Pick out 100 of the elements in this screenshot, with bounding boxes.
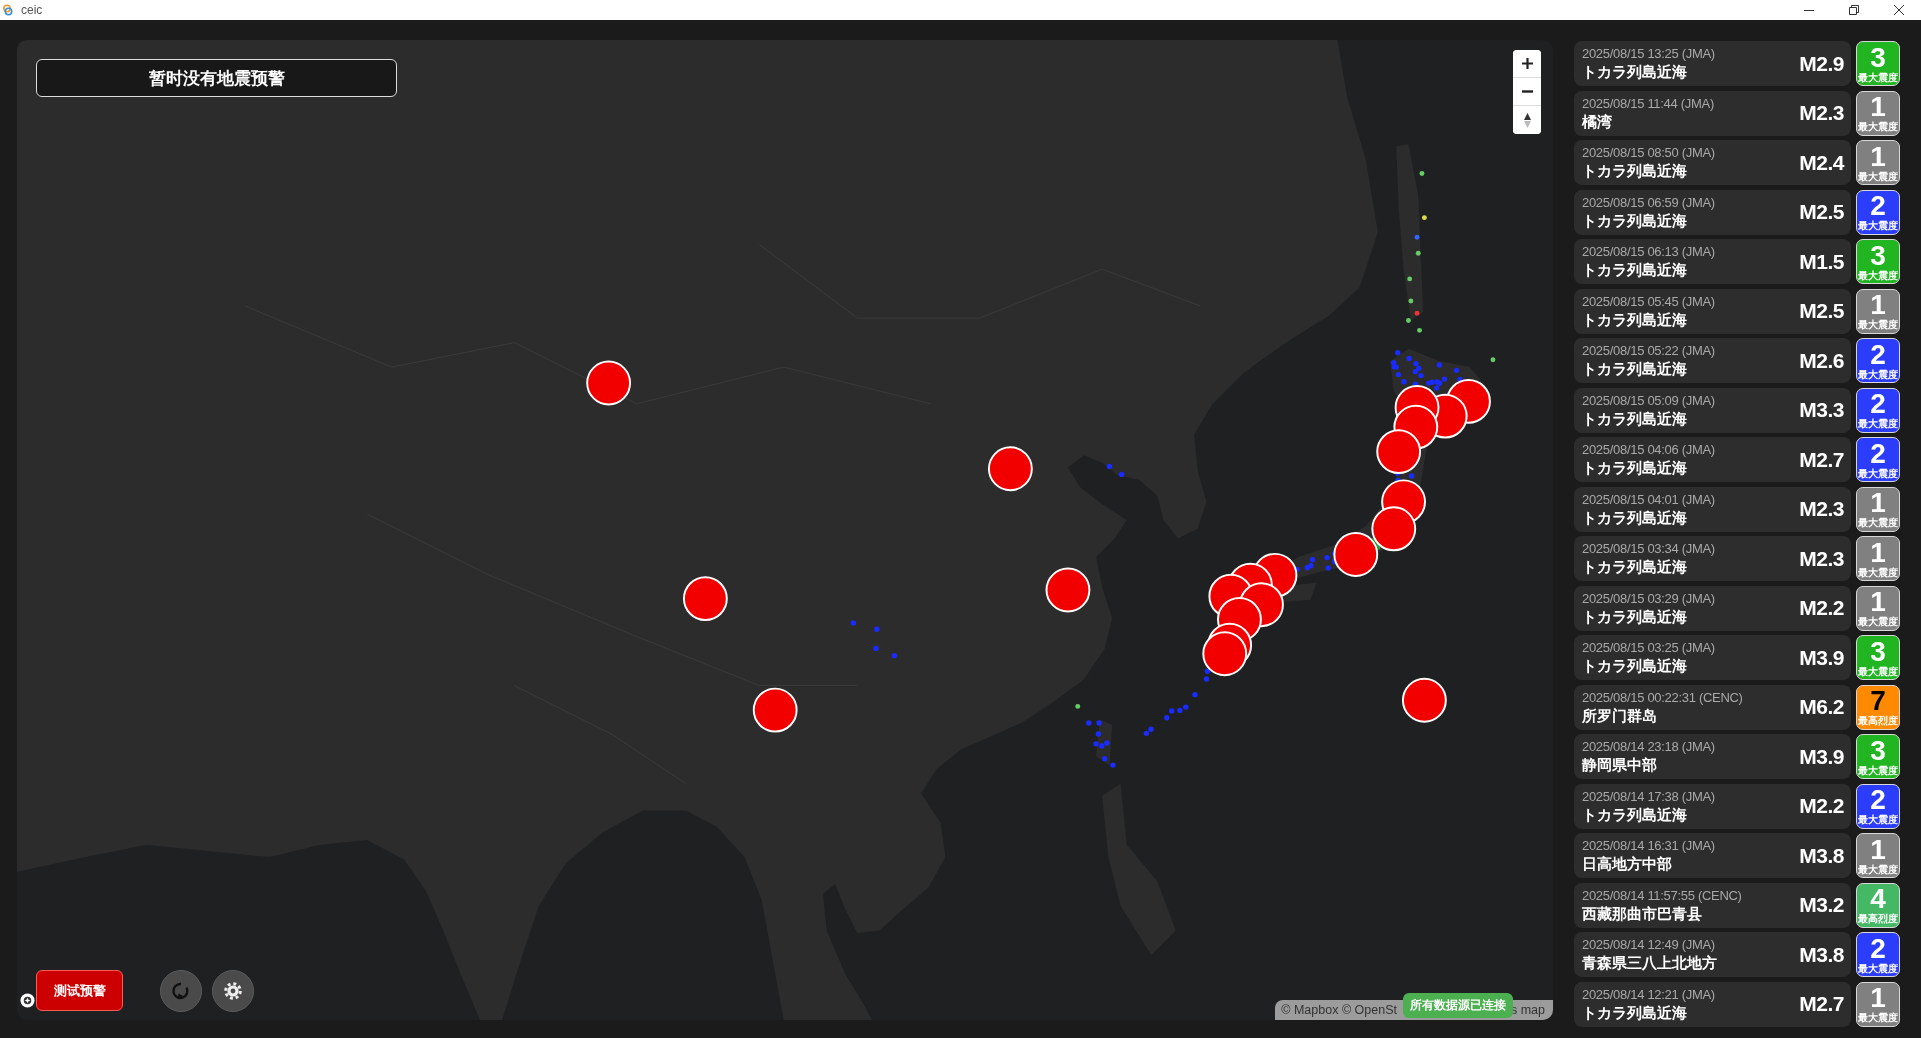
magnitude-text: M3.8 [1799,843,1844,868]
event-time: 2025/08/15 03:29 (JMA) [1582,590,1715,607]
compass-icon [1523,112,1531,128]
magnitude-text: M2.4 [1799,150,1844,175]
earthquake-card[interactable]: 2025/08/15 03:29 (JMA) トカラ列島近海 M2.2 [1574,585,1851,631]
earthquake-card[interactable]: 2025/08/14 12:21 (JMA) トカラ列島近海 M2.7 [1574,981,1851,1027]
earthquake-card[interactable]: 2025/08/14 23:18 (JMA) 静岡県中部 M3.9 [1574,734,1851,779]
epicenter-marker-icon [1045,567,1091,613]
app-logo-icon [2,4,14,16]
earthquake-card[interactable]: 2025/08/15 13:25 (JMA) トカラ列島近海 M2.9 [1574,41,1851,86]
map-logo-icon [20,993,35,1008]
earthquake-card[interactable]: 2025/08/15 03:34 (JMA) トカラ列島近海 M2.3 [1574,536,1851,581]
magnitude-text: M3.9 [1799,645,1844,670]
station-marker-icon [1408,298,1414,304]
earthquake-card[interactable]: 2025/08/14 16:31 (JMA) 日高地方中部 M3.8 [1574,833,1851,878]
settings-icon [224,982,242,1000]
magnitude-text: M2.5 [1799,299,1844,323]
intensity-value: 2 [1870,934,1886,963]
station-marker-icon [1414,234,1420,240]
event-location: トカラ列島近海 [1582,309,1688,329]
event-time: 2025/08/14 16:31 (JMA) [1582,838,1715,854]
refresh-icon [171,981,191,1001]
earthquake-card[interactable]: 2025/08/15 03:25 (JMA) トカラ列島近海 M3.9 [1574,635,1851,680]
event-time: 2025/08/15 00:22:31 (CENC) [1582,689,1743,706]
event-time: 2025/08/15 06:59 (JMA) [1582,194,1715,211]
station-marker-icon [1490,357,1496,363]
test-alert-button[interactable]: 测试预警 [36,970,123,1011]
intensity-label: 最大震度 [1858,764,1898,777]
magnitude-text: M3.3 [1799,398,1844,422]
intensity-value: 2 [1870,340,1886,369]
magnitude-text: M2.6 [1799,348,1844,373]
magnitude-text: M3.8 [1799,942,1844,967]
zoom-in-button[interactable] [1513,50,1541,78]
station-marker-icon [1415,250,1421,256]
event-location: 青森県三八上北地方 [1582,953,1717,972]
intensity-value: 2 [1870,439,1886,468]
earthquake-card[interactable]: 2025/08/15 00:22:31 (CENC) 所罗门群岛 M6.2 [1574,684,1851,730]
event-location: トカラ列島近海 [1582,656,1688,675]
intensity-label: 最大震度 [1858,220,1898,232]
event-location: 橘湾 [1582,111,1613,131]
intensity-label: 最大震度 [1858,517,1898,529]
close-icon [1893,5,1904,15]
magnitude-text: M2.3 [1799,497,1844,521]
intensity-value: 1 [1870,489,1886,517]
window-title: ceic [21,3,43,17]
zoom-in-icon [1521,58,1533,69]
event-time: 2025/08/15 08:50 (JMA) [1582,145,1715,161]
intensity-value: 3 [1870,736,1886,765]
magnitude-text: M2.3 [1799,101,1844,125]
event-time: 2025/08/14 23:18 (JMA) [1582,739,1715,755]
earthquake-card[interactable]: 2025/08/15 06:13 (JMA) トカラ列島近海 M1.5 [1574,239,1851,284]
earthquake-card[interactable]: 2025/08/15 05:22 (JMA) トカラ列島近海 M2.6 [1574,338,1851,383]
event-time: 2025/08/15 13:25 (JMA) [1582,46,1715,62]
intensity-label: 最高烈度 [1858,715,1898,727]
earthquake-card[interactable]: 2025/08/15 05:09 (JMA) トカラ列島近海 M3.3 [1574,387,1851,433]
event-location: トカラ列島近海 [1582,408,1688,428]
earthquake-card[interactable]: 2025/08/15 04:01 (JMA) トカラ列島近海 M2.3 [1574,486,1851,532]
intensity-label: 最大震度 [1858,170,1898,183]
earthquake-card[interactable]: 2025/08/15 08:50 (JMA) トカラ列島近海 M2.4 [1574,140,1851,185]
magnitude-text: M6.2 [1799,695,1844,719]
earthquake-card[interactable]: 2025/08/15 06:59 (JMA) トカラ列島近海 M2.5 [1574,189,1851,235]
epicenter-marker-icon [1202,631,1248,677]
event-time: 2025/08/15 04:06 (JMA) [1582,442,1715,458]
intensity-label: 最大震度 [1858,616,1898,628]
magnitude-text: M2.2 [1799,596,1844,620]
restore-icon [1848,5,1859,15]
epicenter-marker-icon [682,576,728,621]
magnitude-text: M2.5 [1799,200,1844,224]
event-location: トカラ列島近海 [1582,458,1688,477]
event-location: トカラ列島近海 [1582,161,1688,180]
event-time: 2025/08/15 03:25 (JMA) [1582,640,1715,656]
station-marker-icon [1417,327,1422,333]
event-location: トカラ列島近海 [1582,507,1688,527]
earthquake-card[interactable]: 2025/08/15 05:45 (JMA) トカラ列島近海 M2.5 [1574,288,1851,334]
attribution-text: © Mapbox © OpenSt [1281,1003,1397,1017]
event-time: 2025/08/14 12:21 (JMA) [1582,986,1715,1003]
intensity-value: 1 [1870,93,1886,121]
station-marker-icon [1421,215,1427,221]
epicenter-marker-icon [1371,506,1417,552]
earthquake-card[interactable]: 2025/08/15 04:06 (JMA) トカラ列島近海 M2.7 [1574,437,1851,482]
event-time: 2025/08/14 12:49 (JMA) [1582,937,1716,953]
event-time: 2025/08/15 05:09 (JMA) [1582,392,1715,409]
intensity-label: 最大震度 [1858,566,1898,579]
station-marker-icon [1407,276,1413,282]
earthquake-card[interactable]: 2025/08/15 11:44 (JMA) 橘湾 M2.3 [1574,90,1851,136]
event-location: トカラ列島近海 [1582,62,1688,81]
intensity-label: 最高烈度 [1858,913,1898,925]
earthquake-card[interactable]: 2025/08/14 17:38 (JMA) トカラ列島近海 M2.2 [1574,783,1851,829]
magnitude-text: M2.7 [1799,447,1844,472]
event-time: 2025/08/15 04:01 (JMA) [1582,491,1715,508]
intensity-value: 1 [1870,835,1886,864]
earthquake-card[interactable]: 2025/08/14 11:57:55 (CENC) 西藏那曲市巴青县 M3.2 [1574,882,1851,928]
magnitude-text: M2.2 [1799,794,1844,818]
intensity-label: 最大震度 [1858,863,1898,876]
magnitude-text: M2.7 [1799,992,1844,1016]
epicenter-marker-icon [1376,429,1422,475]
event-time: 2025/08/15 05:45 (JMA) [1582,293,1715,310]
event-location: トカラ列島近海 [1582,557,1688,576]
station-marker-icon [1075,703,1081,709]
earthquake-card[interactable]: 2025/08/14 12:49 (JMA) 青森県三八上北地方 M3.8 [1574,932,1851,977]
